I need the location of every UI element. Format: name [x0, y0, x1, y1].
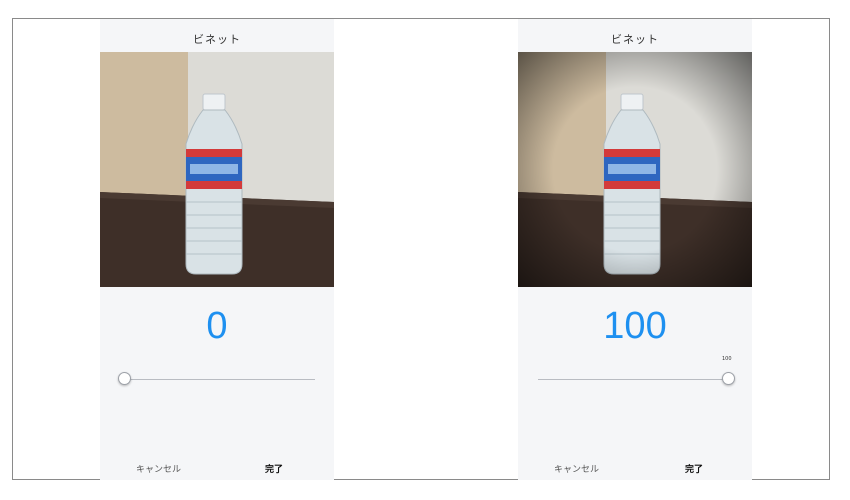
photo-preview — [518, 52, 752, 287]
vignette-value: 0 — [206, 305, 228, 347]
slider-track[interactable] — [538, 379, 728, 380]
panel-title: ビネット — [193, 33, 241, 46]
slider-thumb[interactable] — [722, 372, 735, 385]
slider-max-label: 100 — [722, 356, 732, 362]
slider-thumb[interactable] — [118, 372, 131, 385]
vignette-panel-right: ビネット 100 100 キャンセル 完了 — [518, 19, 752, 480]
slider-track[interactable] — [124, 379, 315, 380]
done-button[interactable]: 完了 — [685, 462, 703, 475]
panel-title: ビネット — [611, 33, 659, 46]
cancel-button[interactable]: キャンセル — [136, 462, 181, 475]
done-button[interactable]: 完了 — [265, 462, 283, 475]
vignette-panel-left: ビネット 0 キャンセル 完了 — [100, 19, 334, 480]
cancel-button[interactable]: キャンセル — [554, 462, 599, 475]
photo-preview — [100, 52, 334, 287]
vignette-value: 100 — [603, 305, 667, 347]
